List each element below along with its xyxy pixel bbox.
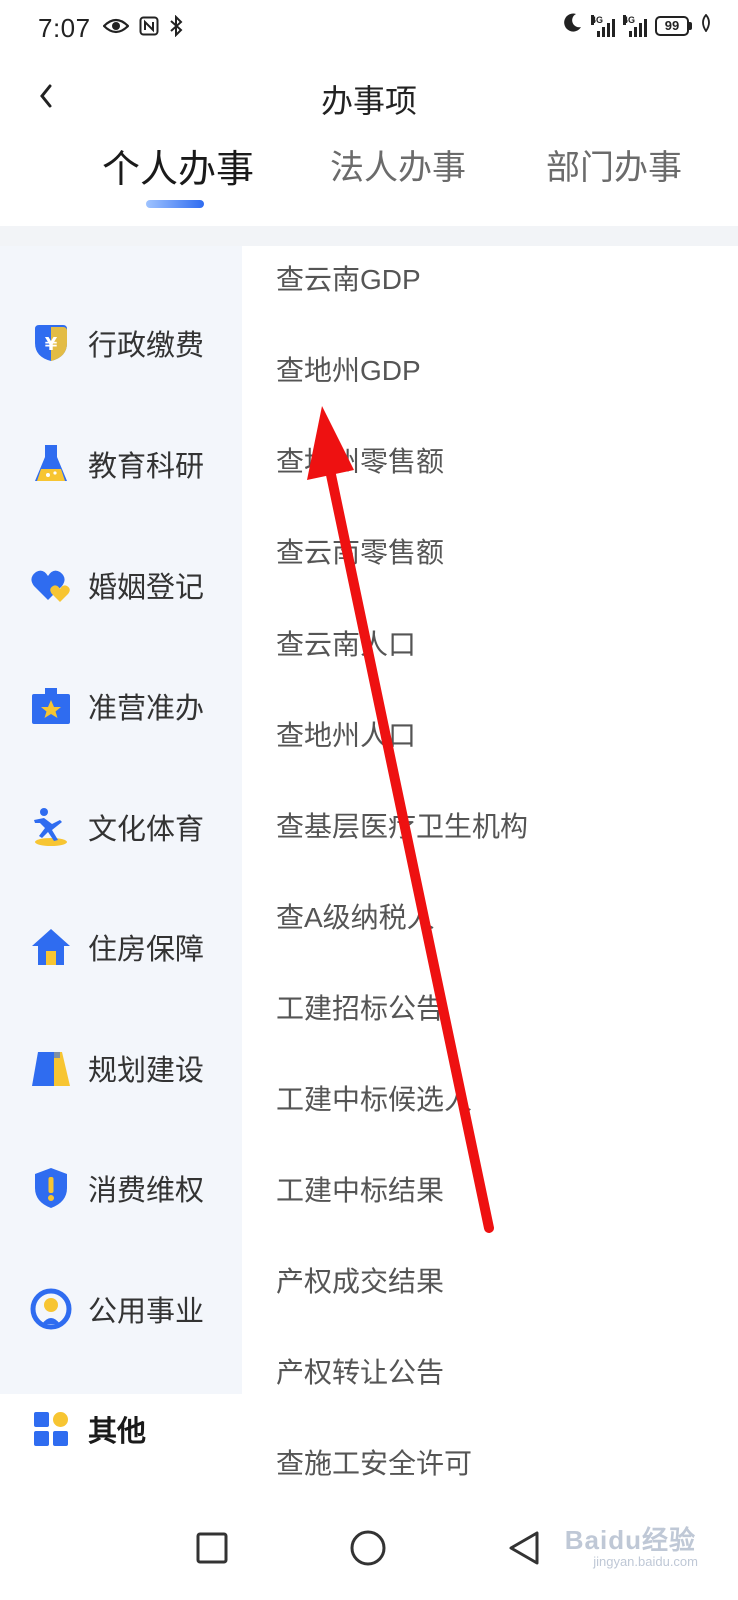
list-item[interactable]: 查云南人口 [276,623,416,663]
sidebar-item-label: 消费维权 [88,1175,205,1207]
watermark-url: jingyan.baidu.com [593,1554,698,1569]
home-button[interactable] [344,1524,392,1572]
bluetooth-icon [169,14,183,42]
tab-personal[interactable]: 个人办事 [102,138,254,193]
sidebar-item-label: 行政缴费 [88,330,205,362]
leaf-icon [700,13,712,37]
list-item[interactable]: 查云南GDP [276,258,421,298]
sidebar-item-label: 住房保障 [88,934,205,966]
list-item[interactable]: 查地州人口 [276,714,416,754]
page-title: 办事项 [320,83,417,119]
sidebar-item-other[interactable]: 其他 [0,1384,242,1474]
briefcase-star-icon [30,685,72,727]
svg-text:¥: ¥ [45,334,58,355]
sidebar-item-planning-construction[interactable]: 规划建设 [0,1023,242,1113]
status-bar: 7:07 4G 4G 99 [0,0,738,56]
active-tab-indicator [146,200,204,208]
battery-icon: 99 [655,15,692,36]
tab-bar: 个人办事 法人办事 部门办事 [0,140,738,220]
square-icon [196,1532,228,1564]
athlete-icon [30,806,72,848]
sidebar-item-education[interactable]: 教育科研 [0,419,242,509]
sidebar-item-marriage[interactable]: 婚姻登记 [0,540,242,630]
sidebar-item-label: 其他 [88,1416,147,1448]
list-item[interactable]: 查施工安全许可 [276,1442,472,1482]
triangle-back-icon [509,1531,539,1565]
sidebar-item-culture-sports[interactable]: 文化体育 [0,782,242,872]
sidebar-item-housing[interactable]: 住房保障 [0,902,242,992]
public-utility-icon [30,1288,72,1330]
shield-alert-icon [30,1167,72,1209]
signal-1-icon: 4G [591,14,615,37]
header: 办事项 [0,60,738,132]
list-item[interactable]: 工建招标公告 [276,987,444,1027]
sidebar-item-public-utilities[interactable]: 公用事业 [0,1264,242,1354]
back-nav-button[interactable] [500,1524,548,1572]
circle-icon [350,1530,386,1566]
watermark: Baidu经验 [564,1525,696,1555]
list-item[interactable]: 工建中标结果 [276,1169,444,1209]
sidebar-item-consumer-rights[interactable]: 消费维权 [0,1143,242,1233]
status-time: 7:07 [38,12,91,43]
tab-department[interactable]: 部门办事 [546,140,682,189]
grid-icon [30,1408,72,1450]
yuan-shield-icon: ¥ [30,322,72,364]
eye-icon [102,17,130,40]
list-item[interactable]: 查地州GDP [276,349,421,389]
list-item[interactable]: 查地州零售额 [276,440,444,480]
list-item[interactable]: 查基层医疗卫生机构 [276,805,528,845]
list-item[interactable]: 产权成交结果 [276,1260,444,1300]
building-icon [30,1047,72,1089]
list-item[interactable]: 产权转让公告 [276,1351,444,1391]
list-item[interactable]: 查A级纳税人 [276,896,435,936]
sidebar-item-business-permit[interactable]: 准营准办 [0,661,242,751]
moon-icon [561,12,583,39]
sidebar-item-label: 规划建设 [88,1055,205,1087]
list-item[interactable]: 工建中标候选人 [276,1078,472,1118]
sidebar-item-label: 婚姻登记 [88,572,205,604]
tab-legal-person[interactable]: 法人办事 [330,140,466,189]
sidebar-item-label: 准营准办 [88,693,205,725]
nfc-icon [139,16,159,41]
sidebar-item-label: 文化体育 [88,814,205,846]
service-list: 查云南GDP 查地州GDP 查地州零售额 查云南零售额 查云南人口 查地州人口 … [242,246,738,1496]
flask-icon [30,443,72,485]
list-item[interactable]: 查云南零售额 [276,531,444,571]
divider [0,226,738,246]
signal-2-icon: 4G [623,14,647,37]
house-icon [30,926,72,968]
sidebar-item-label: 教育科研 [88,451,205,483]
sidebar-item-administrative-fees[interactable]: ¥ 行政缴费 [0,298,242,388]
recent-apps-button[interactable] [188,1524,236,1572]
hearts-icon [30,564,72,606]
sidebar-item-label: 公用事业 [88,1296,205,1328]
